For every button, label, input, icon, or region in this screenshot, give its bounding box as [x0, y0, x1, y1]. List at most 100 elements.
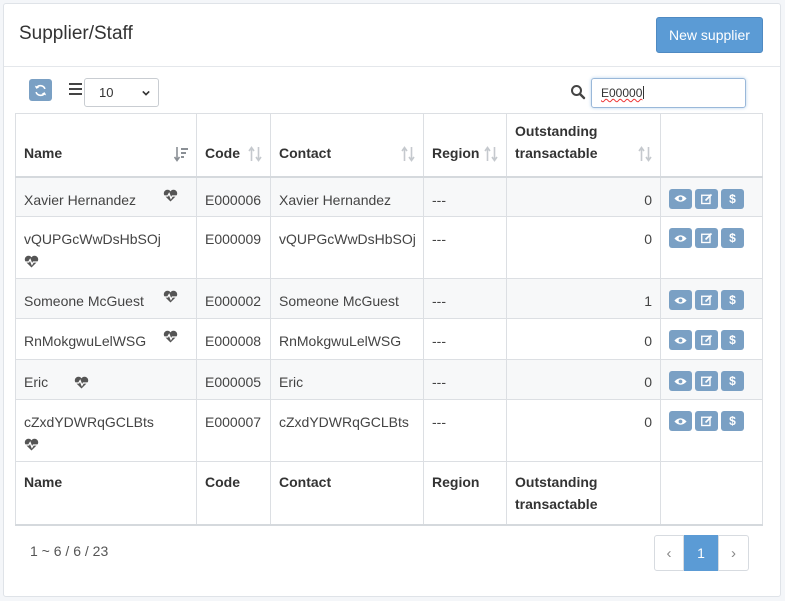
- supplier-code: E000002: [196, 278, 271, 319]
- dollar-icon: $: [729, 414, 736, 428]
- supplier-contact: cZxdYDWRqGCLBts: [270, 399, 424, 462]
- edit-button[interactable]: [695, 290, 718, 310]
- chevron-down-icon: [142, 90, 150, 96]
- pay-button[interactable]: $: [721, 228, 744, 248]
- view-button[interactable]: [669, 411, 692, 431]
- view-button[interactable]: [669, 290, 692, 310]
- supplier-outstanding: 0: [506, 399, 661, 462]
- dollar-icon: $: [729, 231, 736, 245]
- supplier-outstanding: 0: [506, 216, 661, 279]
- supplier-region: ---: [423, 318, 507, 360]
- card-header: Supplier/Staff New supplier: [4, 4, 780, 67]
- pay-button[interactable]: $: [721, 188, 744, 209]
- search-input[interactable]: E00000: [591, 78, 746, 108]
- supplier-region: ---: [423, 399, 507, 462]
- heartbeat-icon[interactable]: [74, 376, 89, 389]
- footer-header-actions: [660, 461, 763, 526]
- supplier-name[interactable]: cZxdYDWRqGCLBts: [24, 414, 154, 430]
- edit-button[interactable]: [695, 371, 718, 391]
- supplier-outstanding: 1: [506, 278, 661, 319]
- dollar-icon: $: [729, 293, 736, 307]
- table-row: RnMokgwuLelWSG E000008 RnMokgwuLelWSG --…: [15, 318, 763, 360]
- page-button-1[interactable]: 1: [684, 535, 718, 571]
- edit-button[interactable]: [695, 411, 718, 431]
- heartbeat-icon[interactable]: [24, 438, 39, 451]
- heartbeat-icon[interactable]: [163, 290, 178, 303]
- eye-icon: [674, 296, 687, 304]
- refresh-icon: [34, 84, 47, 96]
- heartbeat-icon[interactable]: [163, 189, 178, 202]
- supplier-name[interactable]: Someone McGuest: [24, 290, 144, 312]
- pay-button[interactable]: $: [721, 371, 744, 391]
- supplier-contact: RnMokgwuLelWSG: [270, 318, 424, 360]
- page-title: Supplier/Staff: [19, 23, 133, 44]
- supplier-code: E000006: [196, 176, 271, 217]
- pagination: ‹ 1 ›: [654, 535, 749, 571]
- refresh-button[interactable]: [29, 79, 52, 101]
- edit-icon: [700, 232, 712, 244]
- supplier-outstanding: 0: [506, 359, 661, 400]
- supplier-outstanding: 0: [506, 176, 661, 217]
- footer-header-name: Name: [15, 461, 197, 526]
- eye-icon: [674, 234, 687, 242]
- dollar-icon: $: [729, 191, 736, 206]
- edit-icon: [700, 193, 712, 204]
- sort-icon: [401, 145, 415, 162]
- column-header-name[interactable]: Name: [15, 113, 197, 178]
- eye-icon: [674, 377, 687, 385]
- supplier-name[interactable]: vQUPGcWwDsHbSOj: [24, 231, 161, 247]
- table-row: Eric E000005 Eric --- 0 $: [15, 359, 763, 400]
- supplier-table: Name Code Contact Region Outstanding tra…: [15, 113, 763, 526]
- list-icon: [69, 83, 82, 95]
- view-button[interactable]: [669, 228, 692, 248]
- view-button[interactable]: [669, 330, 692, 350]
- eye-icon: [674, 195, 687, 202]
- supplier-name[interactable]: Xavier Hernandez: [24, 189, 136, 211]
- footer-header-contact: Contact: [270, 461, 424, 526]
- sort-icon: [638, 145, 652, 162]
- edit-icon: [700, 375, 712, 387]
- sort-desc-icon: [174, 146, 188, 162]
- supplier-region: ---: [423, 278, 507, 319]
- pay-button[interactable]: $: [721, 290, 744, 310]
- dollar-icon: $: [729, 374, 736, 388]
- edit-button[interactable]: [695, 330, 718, 350]
- table-row: Someone McGuest E000002 Someone McGuest …: [15, 278, 763, 319]
- column-header-code[interactable]: Code: [196, 113, 271, 178]
- column-header-actions: [660, 113, 763, 178]
- view-button[interactable]: [669, 371, 692, 391]
- new-supplier-button[interactable]: New supplier: [656, 17, 763, 53]
- supplier-region: ---: [423, 359, 507, 400]
- heartbeat-icon[interactable]: [163, 330, 178, 343]
- pay-button[interactable]: $: [721, 411, 744, 431]
- view-button[interactable]: [669, 188, 692, 209]
- table-row: vQUPGcWwDsHbSOj E000009 vQUPGcWwDsHbSOj …: [15, 216, 763, 279]
- search-value: E00000: [601, 86, 643, 100]
- supplier-name[interactable]: Eric: [24, 374, 48, 390]
- footer-header-code: Code: [196, 461, 271, 526]
- supplier-region: ---: [423, 216, 507, 279]
- table-toolbar: 10 E00000: [0, 63, 785, 115]
- column-header-contact[interactable]: Contact: [270, 113, 424, 178]
- table-row: Xavier Hernandez E000006 Xavier Hernande…: [15, 176, 763, 217]
- dollar-icon: $: [729, 333, 736, 347]
- footer-header-outstanding: Outstanding transactable: [506, 461, 661, 526]
- page-size-select[interactable]: 10: [84, 78, 159, 107]
- column-header-outstanding[interactable]: Outstanding transactable: [506, 113, 661, 178]
- edit-icon: [700, 415, 712, 427]
- sort-icon: [248, 145, 262, 162]
- next-page-button[interactable]: ›: [718, 535, 749, 571]
- prev-page-button[interactable]: ‹: [654, 535, 684, 571]
- supplier-name[interactable]: RnMokgwuLelWSG: [24, 330, 146, 352]
- edit-button[interactable]: [695, 228, 718, 248]
- column-header-region[interactable]: Region: [423, 113, 507, 178]
- supplier-outstanding: 0: [506, 318, 661, 360]
- heartbeat-icon[interactable]: [24, 255, 39, 268]
- edit-button[interactable]: [695, 188, 718, 209]
- supplier-contact: Eric: [270, 359, 424, 400]
- supplier-code: E000009: [196, 216, 271, 279]
- pay-button[interactable]: $: [721, 330, 744, 350]
- pagination-info: 1 ~ 6 / 6 / 23: [30, 543, 109, 559]
- supplier-contact: Xavier Hernandez: [270, 176, 424, 217]
- edit-icon: [700, 294, 712, 306]
